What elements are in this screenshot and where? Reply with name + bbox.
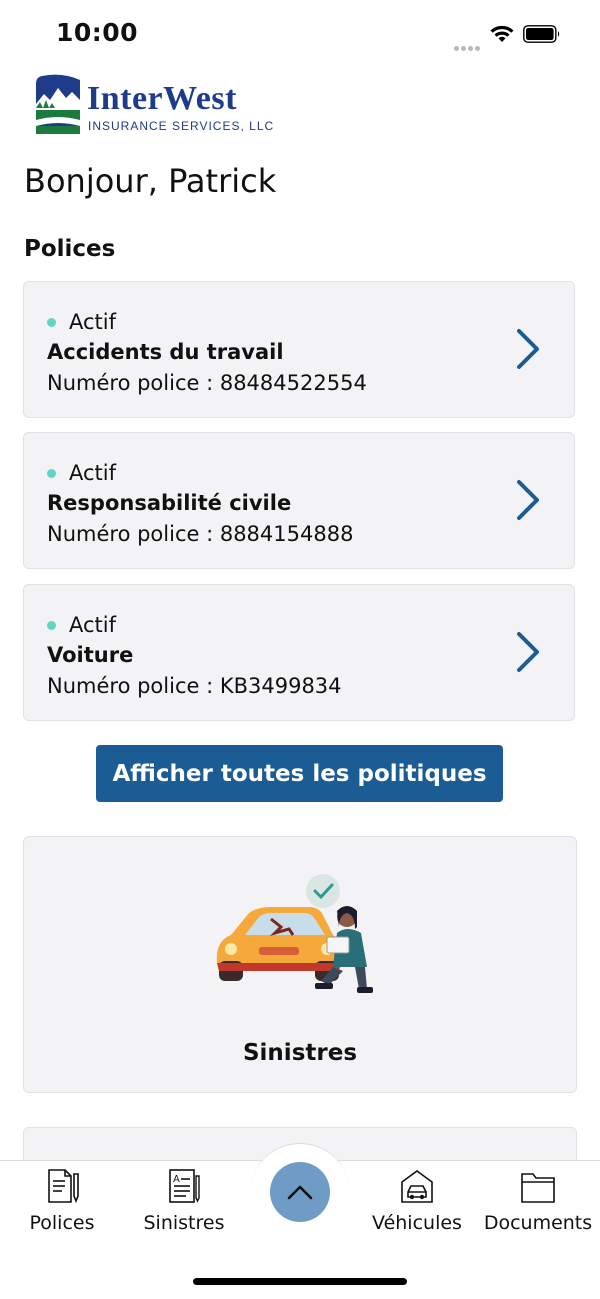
claims-label: Sinistres: [242, 1040, 358, 1066]
greeting-heading: Bonjour, Patrick: [24, 162, 277, 200]
status-label: Actif: [69, 310, 117, 334]
nav-label: Sinistres: [143, 1212, 225, 1234]
svg-text:A: A: [173, 1174, 180, 1185]
chevron-right-icon[interactable]: [514, 328, 542, 370]
signal-icon: [454, 36, 482, 55]
vehicle-garage-icon: [401, 1170, 433, 1203]
policy-name: Accidents du travail: [47, 340, 284, 364]
car-inspection-illustration: [216, 874, 373, 993]
home-indicator: [193, 1278, 407, 1285]
policy-status: Actif: [47, 461, 116, 485]
nav-item-vehicles[interactable]: Véhicules: [367, 1168, 467, 1234]
folder-icon: [521, 1173, 555, 1203]
policy-name: Voiture: [47, 643, 134, 667]
status-time: 10:00: [56, 18, 139, 47]
policies-section-title: Polices: [24, 236, 116, 262]
policy-number: Numéro police : KB3499834: [47, 674, 342, 698]
logo-mark-icon: [36, 74, 80, 134]
logo-subtitle: INSURANCE SERVICES, LLC: [88, 119, 275, 133]
nav-item-claims[interactable]: A Sinistres: [136, 1168, 232, 1234]
policy-name: Responsabilité civile: [47, 491, 292, 515]
policy-number: Numéro police : 88484522554: [47, 371, 367, 395]
nav-item-documents[interactable]: Documents: [482, 1168, 594, 1234]
nav-label: Documents: [483, 1212, 593, 1234]
claims-form-icon: A: [169, 1169, 200, 1203]
status-label: Actif: [69, 613, 117, 637]
policy-card[interactable]: Actif Accidents du travail Numéro police…: [23, 281, 575, 418]
nav-label: Polices: [29, 1212, 95, 1234]
policy-card[interactable]: Actif Voiture Numéro police : KB3499834: [23, 584, 575, 721]
policy-status: Actif: [47, 310, 116, 334]
battery-icon: [523, 25, 560, 43]
policy-number: Numéro police : 8884154888: [47, 522, 354, 546]
chevron-right-icon[interactable]: [514, 631, 542, 673]
chevron-right-icon[interactable]: [514, 479, 542, 521]
status-label: Actif: [69, 461, 117, 485]
policy-status: Actif: [47, 613, 116, 637]
fab-expand-button[interactable]: [270, 1162, 330, 1222]
chevron-up-icon: [287, 1185, 313, 1200]
status-bar: 10:00: [0, 0, 600, 66]
nav-label: Véhicules: [372, 1212, 462, 1234]
nav-item-policies[interactable]: Polices: [14, 1168, 110, 1234]
active-status-dot: [47, 620, 56, 630]
wifi-icon: [490, 25, 514, 42]
active-status-dot: [47, 468, 56, 478]
company-logo: InterWest INSURANCE SERVICES, LLC: [34, 74, 284, 138]
active-status-dot: [47, 317, 56, 327]
policy-document-icon: [48, 1169, 79, 1204]
show-all-policies-button[interactable]: Afficher toutes les politiques: [96, 745, 503, 802]
policy-card[interactable]: Actif Responsabilité civile Numéro polic…: [23, 432, 575, 569]
claims-card[interactable]: Sinistres: [23, 836, 577, 1093]
logo-title: InterWest: [87, 80, 237, 117]
